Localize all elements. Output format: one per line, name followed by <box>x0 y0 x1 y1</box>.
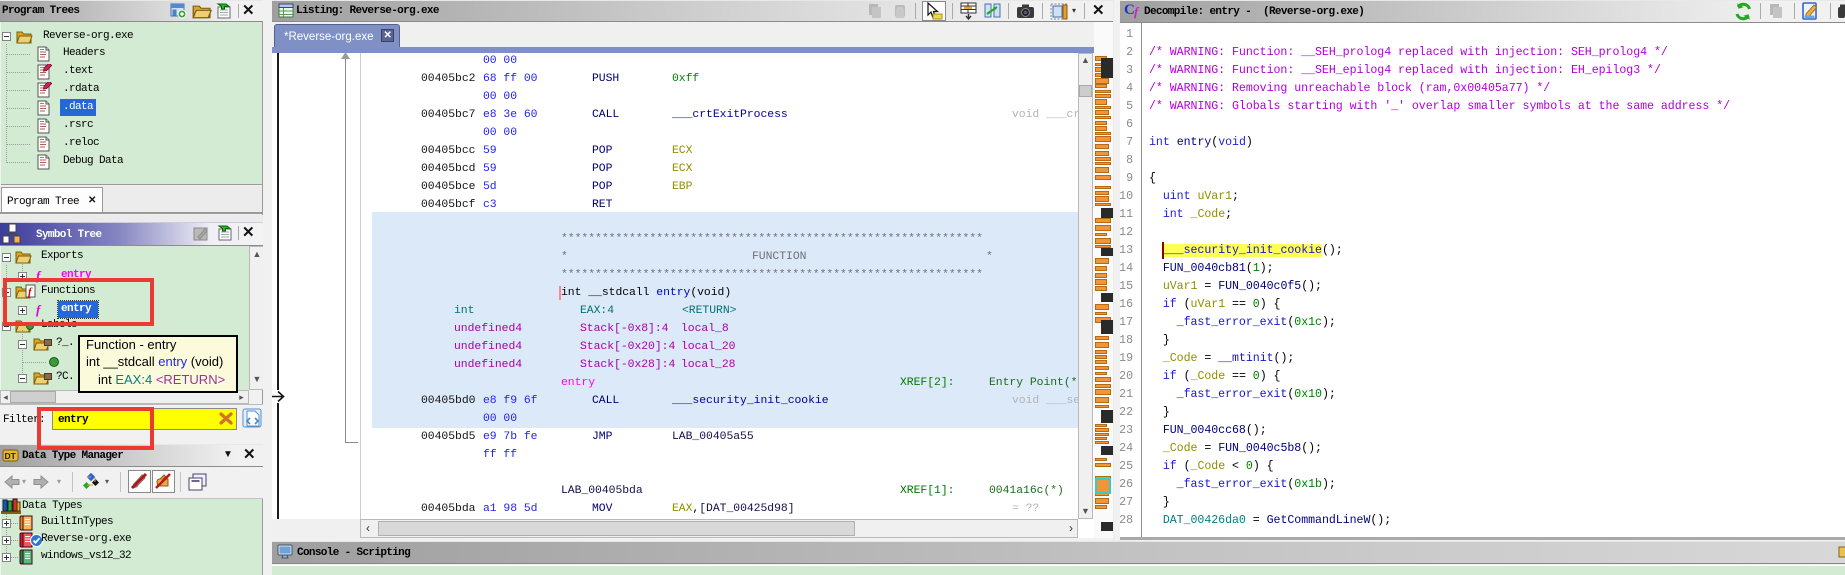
svg-text:DT: DT <box>5 451 17 461</box>
